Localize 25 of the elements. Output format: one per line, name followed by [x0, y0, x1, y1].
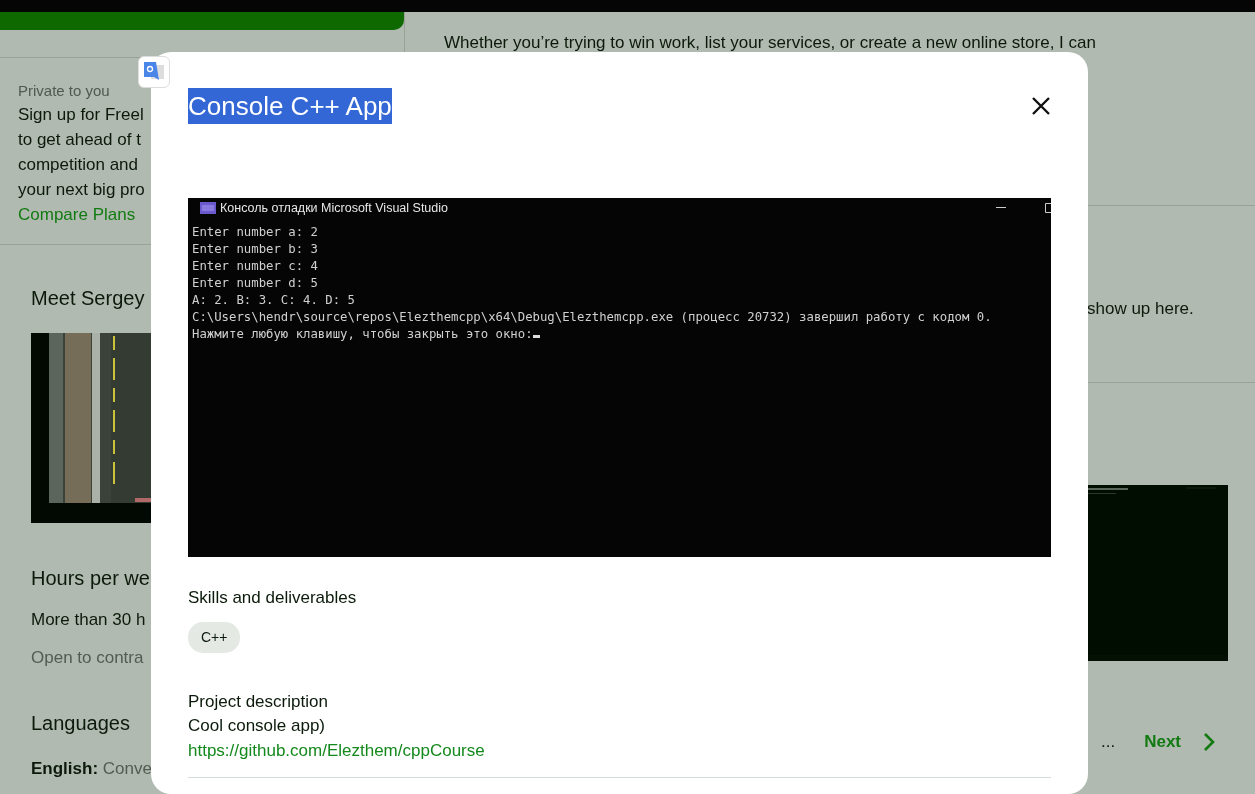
next-page-link[interactable]: Next: [1144, 729, 1216, 755]
console-line: Enter number b: 3: [192, 241, 318, 258]
modal-title: Console C++ App: [188, 88, 392, 124]
section-heading: Hours per we: [31, 566, 150, 591]
console-line: Enter number a: 2: [192, 224, 318, 241]
console-line: Нажмите любую клавишу, чтобы закрыть это окно:: [192, 326, 540, 343]
section-heading: Meet Sergey: [31, 286, 145, 311]
section-heading: Languages: [31, 711, 130, 736]
language-entry: English: Conve: [31, 758, 152, 780]
console-line: Enter number d: 5: [192, 275, 318, 292]
section-heading: Project description: [188, 691, 328, 713]
compare-plans-link[interactable]: Compare Plans: [18, 202, 136, 227]
skill-tag[interactable]: C++: [188, 622, 241, 653]
section-heading: Skills and deliverables: [188, 587, 357, 609]
console-line: Enter number c: 4: [192, 258, 318, 275]
promo-label: Private to you: [18, 81, 110, 101]
console-line: C:\Users\hendr\source\repos\Elezthemcpp\x64\Debug\Elezthemcpp.exe (процесс 20732) завершил работу с кодом 0.: [192, 309, 992, 326]
hours-value: More than 30 h: [31, 609, 146, 631]
promo-text: Sign up for Freel to get ahead of t competition and your next big pro: [18, 104, 145, 201]
pagination-ellipsis: ...: [1101, 731, 1116, 753]
console-line: A: 2. B: 3. C: 4. D: 5: [192, 292, 355, 309]
contract-note: Open to contra: [31, 647, 144, 669]
description-text: Cool console app): [188, 715, 326, 737]
empty-note: show up here.: [1087, 298, 1194, 320]
github-link[interactable]: https://github.com/Elezthem/cppCourse: [188, 738, 485, 764]
